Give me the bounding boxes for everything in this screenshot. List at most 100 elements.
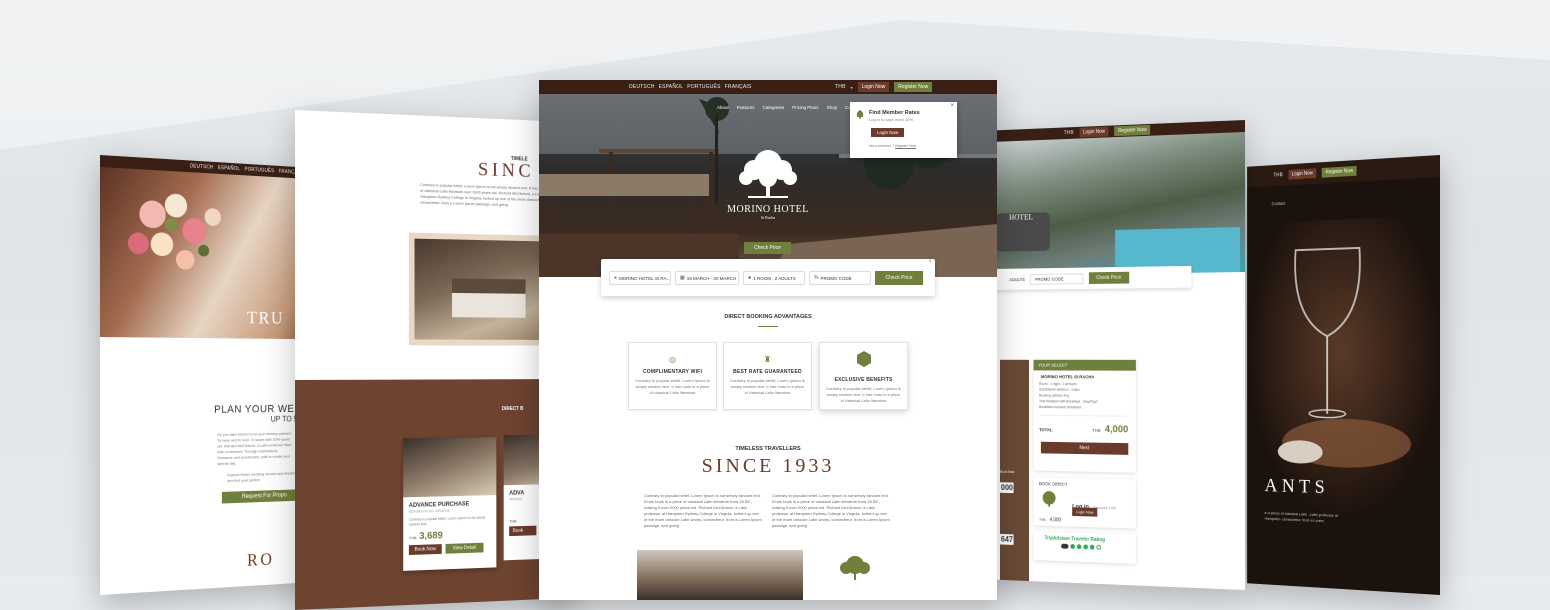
room-image xyxy=(403,437,497,498)
card-text: Contrary to popular belief, Lorem Ipsum … xyxy=(635,378,710,395)
tree-logo-icon xyxy=(1042,490,1056,507)
login-button[interactable]: Login Now xyxy=(1079,126,1109,138)
owl-icon xyxy=(1061,543,1069,549)
detail-line: Room : 1 night , 2 persons xyxy=(1039,381,1077,387)
rating-dots xyxy=(1061,543,1136,551)
small-price: 4,000 xyxy=(1049,517,1062,524)
location-pin-icon: ● xyxy=(614,275,618,281)
wifi-icon: ◎ xyxy=(669,355,676,364)
nav-pricing-plans[interactable]: Pricing Plans xyxy=(792,105,818,110)
popup-register-link[interactable]: Register Now xyxy=(895,144,916,148)
page-restaurants: THB Login Now Register Now Contact ANTS … xyxy=(1247,155,1440,595)
detail-line: Thai Resident with Breakfast - Stay/Pay2 xyxy=(1039,399,1098,404)
since-paragraph-1: Contrary to popular belief, Lorem Ipsum … xyxy=(644,493,762,528)
popup-title: Find Member Rates xyxy=(869,110,920,116)
percent-icon: % xyxy=(814,275,819,281)
tag-icon: ♜ xyxy=(763,355,772,364)
total-currency: THB xyxy=(1092,427,1101,433)
total-label: TOTAL xyxy=(1039,427,1053,433)
page-booking: THB Login Now Register Now HOTEL ADULTS … xyxy=(977,120,1245,590)
adults-field[interactable]: ADULTS xyxy=(1009,277,1025,282)
selected-hotel: MORINO HOTEL SI RACHA xyxy=(1040,374,1095,380)
book-now-button[interactable]: Book Now xyxy=(408,544,442,556)
request-proposal-button[interactable]: Request For Propo xyxy=(221,489,306,504)
bell-icon xyxy=(856,110,864,119)
plan-body: Do you take Morino to be your fantasy pa… xyxy=(217,430,292,466)
logo-name: MORINO HOTEL xyxy=(727,204,809,215)
your-select-panel: YOUR SELECT MORINO HOTEL SI RACHA Room :… xyxy=(1033,359,1136,473)
nav-shop[interactable]: Shop xyxy=(827,105,838,110)
wine-glass-image xyxy=(1247,215,1440,555)
nav-about[interactable]: About xyxy=(717,105,729,110)
chevron-down-icon[interactable]: ▾ xyxy=(851,85,853,90)
room-price: 3,689 xyxy=(419,530,443,542)
edge-book-now[interactable]: Book Now xyxy=(1000,470,1014,474)
currency-select[interactable]: THB xyxy=(835,84,846,90)
hero: About Features Categories Pricing Plans … xyxy=(539,94,997,277)
top-bar: DEUTSCH ESPAÑOL PORTUGUÊS FRANÇAIS THB ▾… xyxy=(539,80,997,94)
nav-features[interactable]: Features xyxy=(737,105,755,110)
direct-label: DIRECT B xyxy=(501,406,524,413)
promo-field[interactable]: PROMO CODE xyxy=(1030,272,1084,285)
card-text: Contrary to popular belief, Lorem Ipsum … xyxy=(730,378,805,395)
book-direct-login-button[interactable]: Login Now xyxy=(1072,507,1098,517)
hotel-select[interactable]: ● MORINO HOTEL SI RA.. xyxy=(609,271,671,285)
advantage-card-wifi: ◎ COMPLIMENTARY WIFI Contrary to popular… xyxy=(628,342,717,410)
member-rates-popup: × Find Member Rates Log in to save extra… xyxy=(850,102,957,158)
next-button[interactable]: Next xyxy=(1040,441,1129,455)
register-button[interactable]: Register Now xyxy=(894,82,933,92)
room2-book-button[interactable]: Book xyxy=(509,525,537,537)
since-title: SINCE 1933 xyxy=(701,455,835,477)
calendar-icon: ▦ xyxy=(680,275,685,281)
your-select-label: YOUR SELECT xyxy=(1033,359,1136,371)
lang-francais[interactable]: FRANÇAIS xyxy=(725,84,752,90)
bottom-word: RO xyxy=(247,549,275,570)
interior-image xyxy=(637,550,803,600)
detail-line: Booking options: Any xyxy=(1039,393,1070,398)
logo-subtitle: Si Racha xyxy=(760,215,776,220)
tripadvisor-panel: TripAdvisor Traveler Rating xyxy=(1033,531,1136,564)
logo-name: HOTEL xyxy=(1009,212,1033,222)
check-price-button[interactable]: Check Price xyxy=(875,271,923,285)
booking-bar: ADULTS PROMO CODE Check Price xyxy=(977,265,1192,291)
page-home: DEUTSCH ESPAÑOL PORTUGUÊS FRANÇAIS THB ▾… xyxy=(539,80,997,600)
date-picker[interactable]: ▦ 19 MARCH - 20 MARCH xyxy=(675,271,739,285)
rooms-select[interactable]: ♣ 1 ROOM , 2 ADULTS xyxy=(743,271,805,285)
nav-contact[interactable]: Contact xyxy=(1272,201,1286,206)
total-value: 4,000 xyxy=(1104,424,1129,436)
edge-price-1: 000 xyxy=(1000,482,1014,494)
card-title: COMPLIMENTARY WIFI xyxy=(642,369,703,375)
check-price-button[interactable]: Check Price xyxy=(1088,271,1129,285)
direct-section: DIRECT B ADVANCE PURCHASE MORINO HOTEL S… xyxy=(295,379,576,610)
popup-login-button[interactable]: Login Now xyxy=(871,128,905,137)
timeless-label: TIMELESS TRAVELLERS xyxy=(735,446,801,452)
login-button[interactable]: Login Now xyxy=(857,82,890,92)
card-title: EXCLUSIVE BENEFITS xyxy=(834,377,893,383)
room-text: Contrary to popular belief, Lorem Ipsum … xyxy=(408,515,486,527)
bouquet-image xyxy=(127,193,221,270)
card-text: Contrary to popular belief, Lorem Ipsum … xyxy=(826,386,901,403)
popup-note: Not a member ? xyxy=(869,144,895,148)
popup-subtitle: Log in to save extra 10% xyxy=(869,117,914,122)
login-button[interactable]: Login Now xyxy=(1288,168,1317,180)
plan-body2: Explore Radel wedding venues and dreams,… xyxy=(227,470,297,484)
advantages-title: DIRECT BOOKING ADVANTAGES xyxy=(724,314,812,320)
close-icon[interactable]: × xyxy=(950,103,954,109)
since-title: SINC xyxy=(477,158,535,182)
view-detail-button[interactable]: View Detail xyxy=(445,542,484,554)
tripadvisor-label: TripAdvisor Traveler Rating xyxy=(1044,535,1106,544)
register-button[interactable]: Register Now xyxy=(1114,124,1151,137)
advantage-card-best-rate: ♜ BEST RATE GUARANTEED Contrary to popul… xyxy=(723,342,812,410)
section-title: ANTS xyxy=(1264,474,1330,499)
lang-deutsch[interactable]: DEUTSCH xyxy=(629,84,655,90)
close-icon[interactable]: × xyxy=(928,259,932,265)
promo-code-input[interactable]: % PROMO CODE xyxy=(809,271,871,285)
lang-portugues[interactable]: PORTUGUÊS xyxy=(687,84,720,90)
hero-check-price-button[interactable]: Check Price xyxy=(744,242,791,254)
hero-word: TRU xyxy=(247,307,285,328)
detail-line: Breakfast included: Breakfast xyxy=(1039,405,1082,410)
book-direct-panel: BOOK DIRECT THB 4,000 Log in Discount 10… xyxy=(1033,477,1136,529)
lang-espanol[interactable]: ESPAÑOL xyxy=(659,84,684,90)
register-button[interactable]: Register Now xyxy=(1321,165,1357,178)
nav-categories[interactable]: Categories xyxy=(763,105,785,110)
